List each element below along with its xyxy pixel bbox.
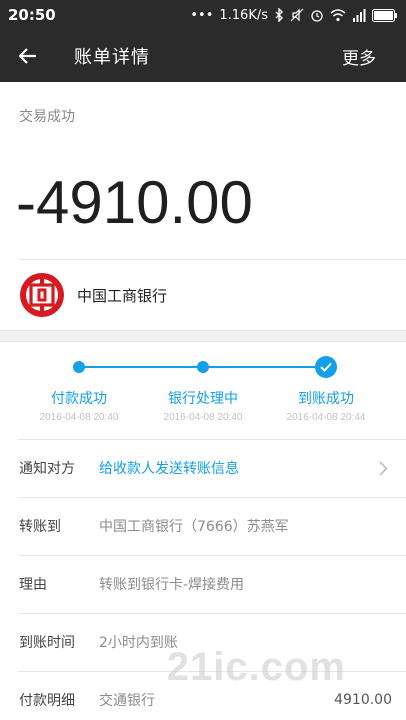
payment-amount: 4910.00 (334, 692, 392, 708)
network-speed: 1.16K/s (219, 7, 268, 23)
chevron-right-icon (379, 460, 388, 476)
detail-key: 转账到 (19, 519, 61, 535)
wifi-icon (330, 8, 346, 21)
detail-row-transfer-to: 转账到 中国工商银行（7666）苏燕军 (0, 497, 406, 555)
detail-row-reason: 理由 转账到银行卡-焊接费用 (0, 555, 406, 613)
app-header: 账单详情 更多 (0, 30, 406, 82)
more-button[interactable]: 更多 (342, 44, 376, 69)
bluetooth-icon (275, 8, 283, 22)
detail-row-notify[interactable]: 通知对方 给收款人发送转账信息 (0, 439, 406, 497)
step-1-label: 付款成功 (51, 391, 107, 407)
detail-key: 付款明细 (19, 693, 75, 709)
detail-key: 理由 (19, 577, 47, 593)
detail-key: 通知对方 (19, 461, 75, 477)
back-button[interactable] (0, 30, 56, 82)
step-1-dot (73, 361, 85, 373)
dots-icon: ••• (190, 7, 214, 23)
alarm-icon (311, 10, 323, 22)
status-bar: 20:50 ••• 1.16K/s (0, 0, 406, 30)
icbc-logo (20, 273, 64, 317)
transaction-amount: -4910.00 (16, 169, 253, 236)
mute-icon (290, 8, 304, 22)
status-icons: ••• 1.16K/s (190, 8, 398, 23)
step-2-time: 2016-04-08 20:40 (163, 412, 243, 423)
watermark: 21ic.com (166, 645, 346, 689)
transfer-progress: 付款成功 银行处理中 到账成功 2016-04-08 20:40 2016-04… (0, 342, 406, 438)
status-time: 20:50 (8, 6, 56, 24)
battery-icon (372, 8, 397, 22)
transaction-status: 交易成功 (19, 109, 75, 125)
step-3-label: 到账成功 (298, 391, 354, 407)
detail-value: 中国工商银行（7666）苏燕军 (99, 519, 289, 535)
back-arrow-icon (19, 48, 36, 64)
check-icon (315, 356, 337, 378)
step-3-time: 2016-04-08 20:44 (286, 412, 366, 423)
step-2-label: 银行处理中 (168, 391, 238, 407)
step-1-time: 2016-04-08 20:40 (39, 412, 119, 423)
bank-name: 中国工商银行 (77, 286, 168, 305)
section-gap (0, 330, 406, 342)
detail-value: 交通银行 (99, 693, 155, 709)
bank-row: 中国工商银行 (0, 260, 406, 330)
detail-value: 转账到银行卡-焊接费用 (99, 577, 245, 593)
signal-icon (353, 8, 366, 22)
step-2-dot (197, 361, 209, 373)
notify-recipient-link[interactable]: 给收款人发送转账信息 (99, 458, 239, 478)
detail-key: 到账时间 (19, 635, 75, 651)
page-title: 账单详情 (74, 47, 150, 68)
